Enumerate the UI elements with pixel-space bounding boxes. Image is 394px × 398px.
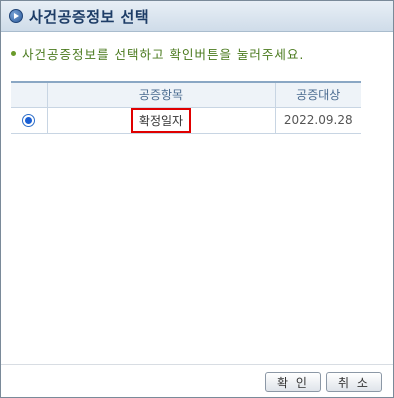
highlighted-item-label: 확정일자 — [130, 107, 192, 133]
dialog-titlebar: 사건공증정보 선택 — [1, 1, 393, 32]
table-row[interactable]: 확정일자 2022.09.28 — [11, 107, 361, 134]
column-header-select — [11, 82, 47, 108]
instruction-text-row: 사건공증정보를 선택하고 확인버튼을 눌러주세요. — [11, 44, 304, 63]
ok-button[interactable]: 확 인 — [265, 372, 321, 392]
button-bar: 확 인 취 소 — [1, 364, 393, 397]
cancel-button[interactable]: 취 소 — [326, 372, 382, 392]
dialog-window: 사건공증정보 선택 사건공증정보를 선택하고 확인버튼을 눌러주세요. 공증항목… — [0, 0, 394, 398]
row-item-cell[interactable]: 확정일자 — [46, 107, 275, 134]
play-circle-icon — [9, 9, 23, 23]
dialog-title: 사건공증정보 선택 — [29, 7, 150, 26]
table-header-row: 공증항목 공증대상 — [11, 82, 361, 108]
column-header-item: 공증항목 — [46, 82, 275, 108]
notarization-table: 공증항목 공증대상 확정일자 2022.09.28 — [11, 81, 361, 134]
instruction-text: 사건공증정보를 선택하고 확인버튼을 눌러주세요. — [22, 47, 305, 62]
radio-button-selected[interactable] — [22, 114, 36, 127]
row-select-cell[interactable] — [11, 107, 47, 134]
column-header-target: 공증대상 — [274, 82, 361, 108]
row-target-cell: 2022.09.28 — [274, 107, 361, 134]
bullet-icon — [11, 51, 16, 56]
